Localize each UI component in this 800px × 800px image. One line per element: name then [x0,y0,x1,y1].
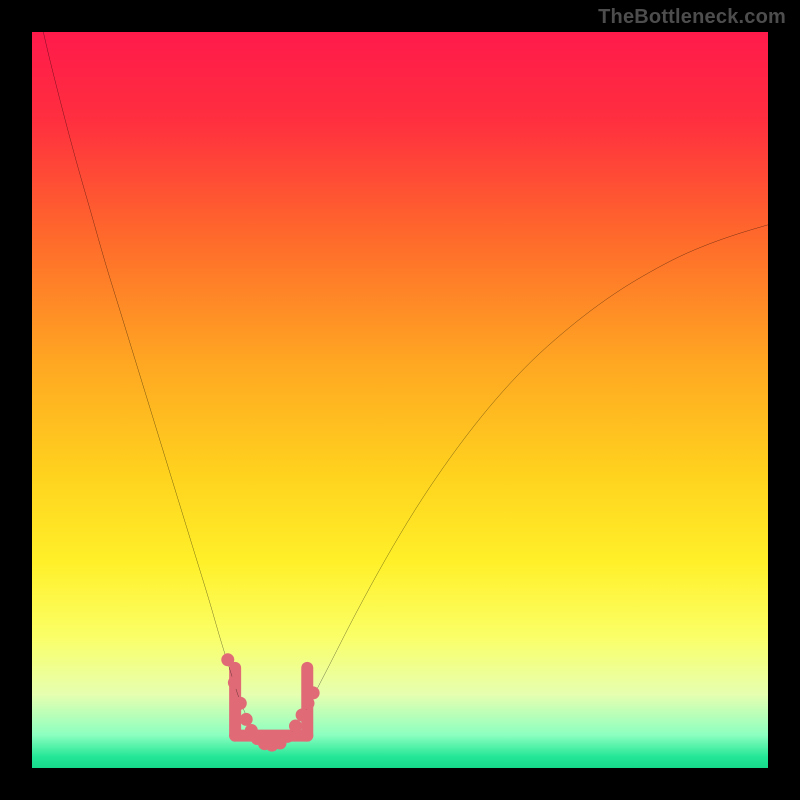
highlight-dot [228,676,241,689]
highlight-dot [221,653,234,666]
highlight-dot [307,686,320,699]
bottleneck-curve [32,32,768,746]
curve-layer [32,32,768,768]
watermark-text: TheBottleneck.com [598,6,786,29]
highlight-dot [234,697,247,710]
highlight-dot [281,730,294,743]
plot-area [32,32,768,768]
highlight-dot [289,720,302,733]
chart-frame: TheBottleneck.com [0,0,800,800]
highlight-dot [296,709,309,722]
highlight-dot [240,713,253,726]
